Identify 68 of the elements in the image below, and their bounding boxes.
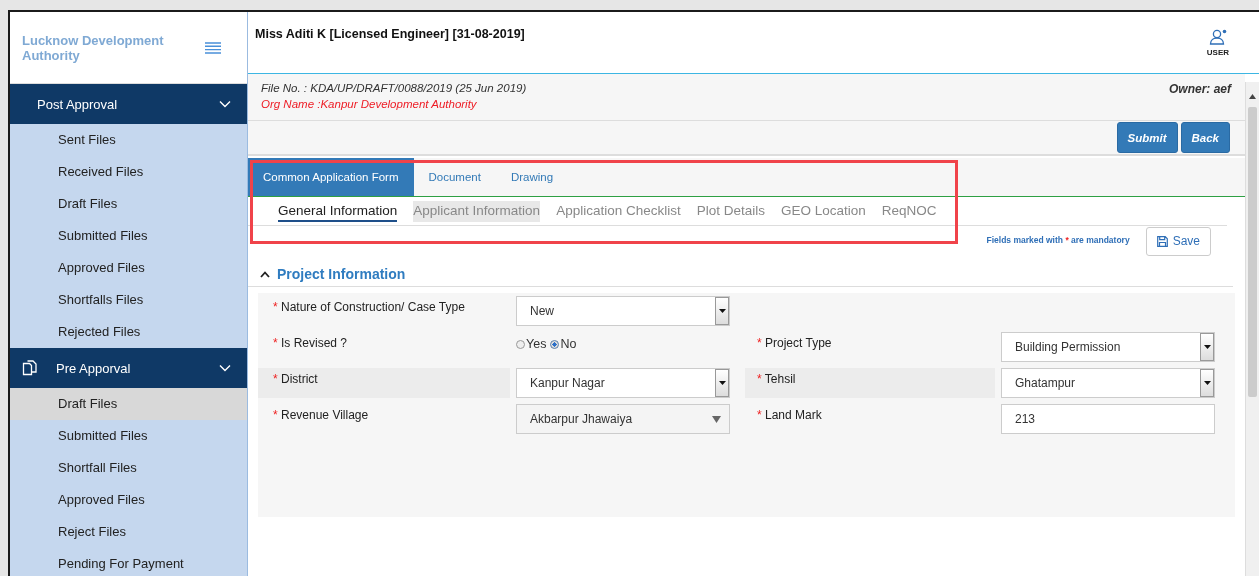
sidebar-item[interactable]: Reject Files xyxy=(10,516,247,548)
sidebar-item[interactable]: Pending For Payment xyxy=(10,548,247,576)
sub-tab[interactable]: General Information xyxy=(278,200,398,222)
sidebar-item[interactable]: Submitted Files xyxy=(10,420,247,452)
field-label: * Revenue Village xyxy=(273,408,369,422)
section-title: Project Information xyxy=(277,266,406,282)
action-button[interactable]: Submit xyxy=(1116,122,1178,153)
sidebar-item[interactable]: Sent Files xyxy=(10,124,247,156)
radio-option[interactable]: Yes xyxy=(516,337,547,351)
sidebar-group-label: Post Approval xyxy=(36,96,119,112)
collapse-caret-icon[interactable] xyxy=(260,270,270,278)
field-label: * Nature of Construction/ Case Type xyxy=(273,300,465,314)
sub-tab[interactable]: GEO Location xyxy=(781,200,866,222)
sidebar-group-header[interactable]: Pre Apporval xyxy=(10,348,247,388)
select-field[interactable]: Building Permission xyxy=(1001,332,1215,362)
sidebar-item[interactable]: Draft Files xyxy=(10,388,247,420)
sidebar-item[interactable]: Received Files xyxy=(10,156,247,188)
sub-tab[interactable]: ReqNOC xyxy=(881,200,937,222)
mandatory-note: Fields marked with * are mandatory xyxy=(986,235,1130,245)
action-button[interactable]: Back xyxy=(1180,122,1230,153)
sub-tab[interactable]: Plot Details xyxy=(696,200,765,222)
sidebar-group-label: Pre Apporval xyxy=(56,360,132,376)
tab[interactable]: Document xyxy=(413,158,496,196)
chevron-icon[interactable] xyxy=(219,364,231,372)
caret-icon xyxy=(718,381,726,385)
chevron-icon[interactable] xyxy=(219,100,231,108)
select-field[interactable]: Kanpur Nagar xyxy=(516,368,730,398)
sidebar-item[interactable]: Shortfall Files xyxy=(10,452,247,484)
menu-icon[interactable] xyxy=(205,41,221,54)
field-label: * Tehsil xyxy=(757,372,796,386)
radio-option[interactable]: No xyxy=(550,337,577,351)
dropdown-button[interactable] xyxy=(1200,333,1214,361)
combo-field[interactable]: Akbarpur Jhawaiya xyxy=(516,404,730,434)
file-number: File No. : KDA/UP/DRAFT/0088/2019 (25 Jun 2019) xyxy=(261,82,527,94)
dropdown-button[interactable] xyxy=(715,297,729,325)
user-icon[interactable] xyxy=(1208,28,1227,45)
sub-tab[interactable]: Application Checklist xyxy=(556,200,681,222)
scrollbar[interactable] xyxy=(1245,82,1259,576)
caret-icon xyxy=(718,309,726,313)
sidebar-item[interactable]: Submitted Files xyxy=(10,220,247,252)
caret-icon xyxy=(1203,345,1211,349)
sidebar-item[interactable]: Shortfalls Files xyxy=(10,284,247,316)
field-label: * Is Revised ? xyxy=(273,336,348,350)
user-label: USER xyxy=(1206,47,1229,57)
field-label: * District xyxy=(273,372,318,386)
select-field[interactable]: Ghatampur xyxy=(1001,368,1215,398)
caret-icon[interactable] xyxy=(712,415,721,423)
field-label: * Project Type xyxy=(757,336,832,350)
scroll-up-icon[interactable] xyxy=(1249,94,1256,99)
caret-icon xyxy=(1203,381,1211,385)
documents-icon xyxy=(22,360,38,376)
tab[interactable]: Drawing xyxy=(495,158,569,196)
dropdown-button[interactable] xyxy=(1200,369,1214,397)
sidebar-item[interactable]: Approved Files xyxy=(10,484,247,516)
sidebar-group-header[interactable]: Post Approval xyxy=(10,84,247,124)
select-field[interactable]: New xyxy=(516,296,730,326)
sidebar-item[interactable]: Approved Files xyxy=(10,252,247,284)
field-label: * Land Mark xyxy=(757,408,822,422)
user-title: Miss Aditi K [Licensed Engineer] [31-08-2019] xyxy=(255,26,525,41)
sidebar-item[interactable]: Rejected Files xyxy=(10,316,247,348)
org-name: Org Name :Kanpur Development Authority xyxy=(261,98,478,110)
dropdown-button[interactable] xyxy=(715,369,729,397)
sidebar-title: Lucknow Development Authority xyxy=(22,32,165,63)
input-field[interactable]: 213 xyxy=(1001,404,1215,434)
sidebar-item[interactable]: Draft Files xyxy=(10,188,247,220)
save-button[interactable]: Save xyxy=(1145,226,1211,256)
owner-label: Owner: aef xyxy=(1169,82,1231,98)
save-icon xyxy=(1156,235,1168,247)
